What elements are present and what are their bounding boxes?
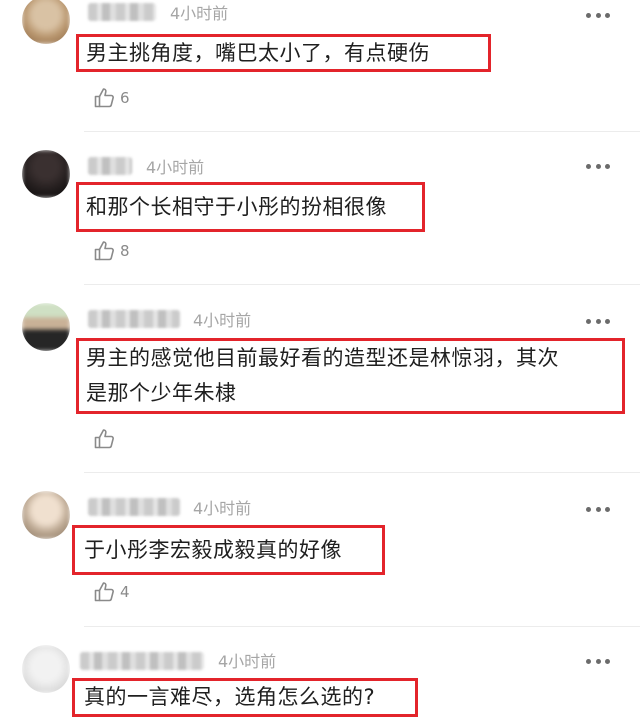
thumbs-up-icon [94,241,114,261]
comment-text-line-2: 是那个少年朱棣 [86,381,237,405]
username-blurred[interactable] [88,498,180,516]
comment-item-5: 4小时前 真的一言难尽，选角怎么选的? [0,632,640,719]
divider [84,284,640,285]
avatar[interactable] [22,150,70,198]
comment-item-1: 4小时前 男主挑角度，嘴巴太小了，有点硬伤 6 [0,0,640,140]
avatar[interactable] [22,0,70,44]
username-blurred[interactable] [80,652,204,670]
like-count: 8 [120,242,130,260]
timestamp: 4小时前 [193,499,252,518]
more-dots-icon[interactable] [586,506,610,512]
comment-text-line-1: 男主的感觉他目前最好看的造型还是林惊羽，其次 [86,346,559,370]
comment-item-4: 4小时前 于小彤李宏毅成毅真的好像 4 [0,478,640,628]
username-blurred[interactable] [88,3,156,21]
timestamp: 4小时前 [170,4,229,23]
username-blurred[interactable] [88,310,180,328]
comment-text: 真的一言难尽，选角怎么选的? [84,685,376,709]
more-dots-icon[interactable] [586,658,610,664]
comment-text: 和那个长相守于小彤的扮相很像 [86,195,387,219]
like-count: 4 [120,583,130,601]
comment-item-2: 4小时前 和那个长相守于小彤的扮相很像 8 [0,140,640,290]
comment-text: 于小彤李宏毅成毅真的好像 [84,538,342,562]
avatar[interactable] [22,491,70,539]
more-dots-icon[interactable] [586,12,610,18]
like-count: 6 [120,89,130,107]
thumbs-up-icon [94,582,114,602]
thumbs-up-icon [94,429,114,449]
divider [84,626,640,627]
comment-item-3: 4小时前 男主的感觉他目前最好看的造型还是林惊羽，其次 是那个少年朱棣 [0,290,640,480]
avatar[interactable] [22,303,70,351]
avatar[interactable] [22,645,70,693]
timestamp: 4小时前 [218,652,277,671]
comment-text: 男主挑角度，嘴巴太小了，有点硬伤 [86,41,430,65]
divider [84,131,640,132]
like-button[interactable]: 6 [93,86,130,110]
like-button[interactable]: 8 [93,239,130,263]
timestamp: 4小时前 [193,311,252,330]
like-button[interactable]: 4 [93,580,130,604]
like-button[interactable] [93,427,120,451]
username-blurred[interactable] [88,157,132,175]
timestamp: 4小时前 [146,158,205,177]
thumbs-up-icon [94,88,114,108]
divider [84,472,640,473]
more-dots-icon[interactable] [586,163,610,169]
more-dots-icon[interactable] [586,318,610,324]
